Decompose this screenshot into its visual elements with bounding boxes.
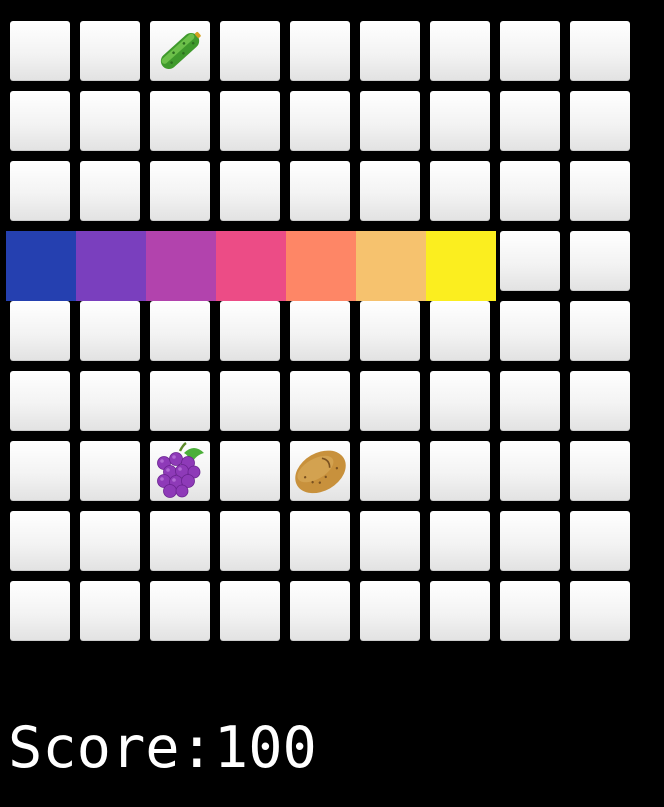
snake-segment: [146, 231, 216, 301]
board-cell[interactable]: [10, 301, 70, 361]
board-cell[interactable]: [500, 231, 560, 291]
board-cell[interactable]: [500, 161, 560, 221]
board-cell[interactable]: [220, 511, 280, 571]
snake-segment: [76, 231, 146, 301]
board-cell[interactable]: [150, 581, 210, 641]
board-cell[interactable]: [500, 301, 560, 361]
board-cell[interactable]: [570, 371, 630, 431]
board-cell[interactable]: [290, 371, 350, 431]
board-cell[interactable]: [290, 161, 350, 221]
board-cell[interactable]: [430, 441, 490, 501]
board-cell[interactable]: [360, 301, 420, 361]
board-cell[interactable]: [500, 371, 560, 431]
board-cell[interactable]: [220, 441, 280, 501]
board-cell[interactable]: [220, 21, 280, 81]
board-cell[interactable]: [570, 441, 630, 501]
board-cell[interactable]: [10, 371, 70, 431]
board-cell[interactable]: [220, 161, 280, 221]
score-display: Score:100: [8, 713, 317, 783]
board-cell[interactable]: [290, 21, 350, 81]
board-cell[interactable]: [10, 441, 70, 501]
board-cell[interactable]: [80, 371, 140, 431]
board-cell[interactable]: [290, 441, 350, 501]
board-cell[interactable]: [10, 511, 70, 571]
board-cell[interactable]: [80, 301, 140, 361]
board-cell[interactable]: [500, 441, 560, 501]
board-cell[interactable]: [150, 161, 210, 221]
board-cell[interactable]: [220, 301, 280, 361]
board-cell[interactable]: [570, 301, 630, 361]
board-cell[interactable]: [150, 371, 210, 431]
board-cell[interactable]: [430, 511, 490, 571]
board-cell[interactable]: [360, 441, 420, 501]
cucumber-icon: [150, 21, 210, 81]
board-cell[interactable]: [80, 91, 140, 151]
board-cell[interactable]: [290, 301, 350, 361]
board-cell[interactable]: [150, 21, 210, 81]
snake-head: [426, 231, 496, 301]
board-cell[interactable]: [430, 91, 490, 151]
board-cell[interactable]: [290, 91, 350, 151]
board-cell[interactable]: [10, 581, 70, 641]
board-cell[interactable]: [570, 231, 630, 291]
potato-icon: [290, 441, 350, 501]
board-cell[interactable]: [80, 441, 140, 501]
board-cell[interactable]: [80, 21, 140, 81]
board-cell[interactable]: [220, 371, 280, 431]
board-cell[interactable]: [360, 371, 420, 431]
board-cell[interactable]: [360, 21, 420, 81]
snake-segment: [6, 231, 76, 301]
board-cell[interactable]: [220, 91, 280, 151]
board-cell[interactable]: [500, 511, 560, 571]
board-cell[interactable]: [500, 21, 560, 81]
board-cell[interactable]: [570, 581, 630, 641]
board-cell[interactable]: [360, 91, 420, 151]
board-cell[interactable]: [150, 301, 210, 361]
board-cell[interactable]: [430, 21, 490, 81]
board-cell[interactable]: [500, 91, 560, 151]
board-cell[interactable]: [290, 581, 350, 641]
board-cell[interactable]: [360, 581, 420, 641]
snake-segment: [356, 231, 426, 301]
snake-segment: [216, 231, 286, 301]
board-cell[interactable]: [80, 511, 140, 571]
board-cell[interactable]: [360, 161, 420, 221]
board-cell[interactable]: [150, 91, 210, 151]
board-cell[interactable]: [570, 511, 630, 571]
board-cell[interactable]: [10, 91, 70, 151]
grapes-icon: [150, 441, 210, 501]
board-cell[interactable]: [430, 371, 490, 431]
board-cell[interactable]: [10, 21, 70, 81]
board-cell[interactable]: [570, 91, 630, 151]
board-cell[interactable]: [150, 511, 210, 571]
board-cell[interactable]: [500, 581, 560, 641]
board-cell[interactable]: [150, 441, 210, 501]
board-cell[interactable]: [430, 581, 490, 641]
snake-segment: [286, 231, 356, 301]
board-cell[interactable]: [80, 161, 140, 221]
board-cell[interactable]: [570, 161, 630, 221]
board-cell[interactable]: [220, 581, 280, 641]
game-screen: Score:100: [0, 0, 664, 807]
board-cell[interactable]: [570, 21, 630, 81]
score-value: 100: [213, 715, 317, 781]
board-cell[interactable]: [80, 581, 140, 641]
board-cell[interactable]: [430, 161, 490, 221]
board-cell[interactable]: [360, 511, 420, 571]
score-label: Score:: [8, 715, 214, 781]
board-cell[interactable]: [10, 161, 70, 221]
board-cell[interactable]: [430, 301, 490, 361]
board-cell[interactable]: [290, 511, 350, 571]
